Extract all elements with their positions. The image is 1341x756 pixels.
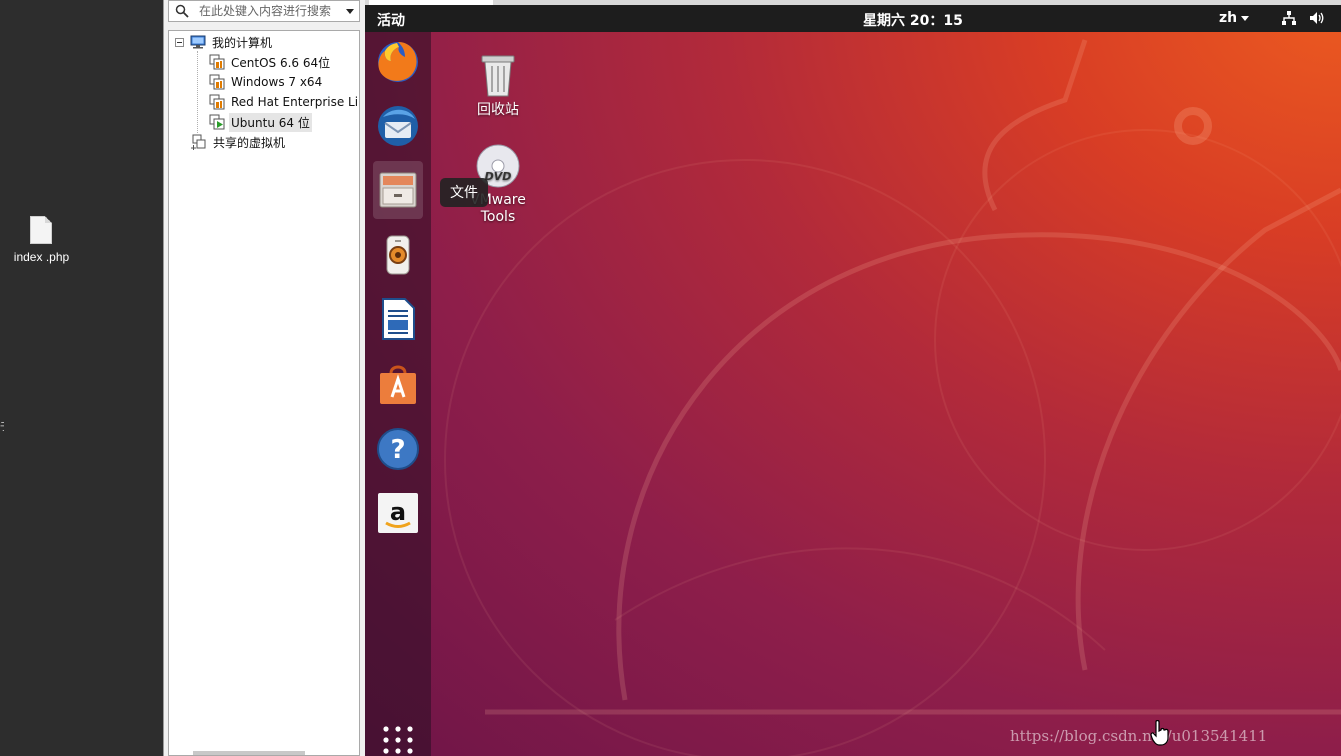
php-file-icon[interactable] xyxy=(30,216,52,244)
rhythmbox-icon xyxy=(386,235,410,275)
tree-vm-label: Ubuntu 64 位 xyxy=(229,112,312,132)
tree-vm-item[interactable]: Ubuntu 64 位 xyxy=(209,112,312,132)
library-search-box[interactable] xyxy=(168,0,360,22)
tree-root-label: 我的计算机 xyxy=(212,35,273,50)
dock-item-writer[interactable] xyxy=(373,294,423,344)
host-edge-glyph: 于 xyxy=(0,418,4,438)
tree-connector-line xyxy=(197,51,198,133)
ubuntu-dock: ? a xyxy=(365,32,431,756)
gnome-top-bar: 活动 星期六 20：15 zh xyxy=(365,5,1341,32)
libreoffice-writer-icon xyxy=(382,298,415,340)
ubuntu-software-icon xyxy=(380,365,416,404)
svg-text:?: ? xyxy=(390,435,405,465)
dock-item-firefox[interactable] xyxy=(373,37,423,87)
tree-vm-item[interactable]: Windows 7 x64 xyxy=(209,72,324,92)
dock-item-help[interactable]: ? xyxy=(373,424,423,474)
shared-vms-icon xyxy=(191,134,206,150)
chevron-down-icon[interactable] xyxy=(1241,16,1249,21)
svg-text:a: a xyxy=(390,498,406,526)
tree-vm-item[interactable]: CentOS 6.6 64位 xyxy=(209,52,332,72)
tree-shared-label: 共享的虚拟机 xyxy=(213,135,286,150)
tree-vm-item[interactable]: Red Hat Enterprise Lin xyxy=(209,92,360,112)
host-desktop: index .php 于 xyxy=(0,0,163,756)
activities-button[interactable]: 活动 xyxy=(377,10,405,30)
desktop-icon-trash[interactable]: 回收站 xyxy=(453,52,543,119)
dock-tooltip: 文件 xyxy=(440,178,488,207)
vm-running-icon xyxy=(209,114,225,130)
dock-item-amazon[interactable]: a xyxy=(373,488,423,538)
network-icon[interactable] xyxy=(1281,10,1297,26)
trash-icon xyxy=(481,55,515,97)
dock-item-thunderbird[interactable] xyxy=(373,101,423,151)
show-applications-icon[interactable] xyxy=(381,725,415,756)
files-icon xyxy=(379,172,417,208)
vm-icon xyxy=(209,94,225,110)
svg-text:DVD: DVD xyxy=(485,170,512,183)
collapse-toggle-icon[interactable] xyxy=(175,37,184,47)
dock-item-files[interactable] xyxy=(373,161,423,219)
horizontal-scrollbar[interactable] xyxy=(193,751,305,755)
search-dropdown-icon[interactable] xyxy=(346,9,354,14)
tree-node-shared-vms[interactable]: 共享的虚拟机 xyxy=(191,132,287,152)
watermark-text: https://blog.csdn.net/u013541411 xyxy=(1010,727,1268,745)
firefox-icon xyxy=(378,42,418,82)
host-file-label[interactable]: index .php xyxy=(4,250,79,264)
computer-icon xyxy=(190,35,206,49)
tree-node-my-computer[interactable]: 我的计算机 xyxy=(175,32,274,52)
search-icon xyxy=(175,4,189,18)
vm-icon xyxy=(209,74,225,90)
tree-vm-label: CentOS 6.6 64位 xyxy=(231,55,331,70)
dvd-label-line2: Tools xyxy=(480,209,516,225)
thunderbird-icon xyxy=(378,106,418,146)
tree-vm-label: Windows 7 x64 xyxy=(231,75,323,89)
help-icon: ? xyxy=(377,428,419,470)
vmware-library-panel: 我的计算机 CentOS 6.6 64位 Windows 7 x64 xyxy=(163,0,365,756)
hand-cursor-icon xyxy=(1150,720,1169,746)
ubuntu-desktop: 活动 星期六 20：15 zh ? a 回收站 DVD VMware Tools… xyxy=(365,0,1341,756)
vm-library-tree: 我的计算机 CentOS 6.6 64位 Windows 7 x64 Red H… xyxy=(168,30,360,756)
library-search-input[interactable] xyxy=(199,1,339,21)
clock[interactable]: 星期六 20：15 xyxy=(863,10,963,30)
trash-label: 回收站 xyxy=(477,102,519,118)
amazon-icon: a xyxy=(378,493,418,533)
tree-vm-label: Red Hat Enterprise Lin xyxy=(231,95,360,109)
volume-icon[interactable] xyxy=(1309,10,1325,26)
dock-item-software[interactable] xyxy=(373,359,423,409)
dock-item-rhythmbox[interactable] xyxy=(373,230,423,280)
input-language-indicator[interactable]: zh xyxy=(1219,10,1237,26)
vm-icon xyxy=(209,54,225,70)
